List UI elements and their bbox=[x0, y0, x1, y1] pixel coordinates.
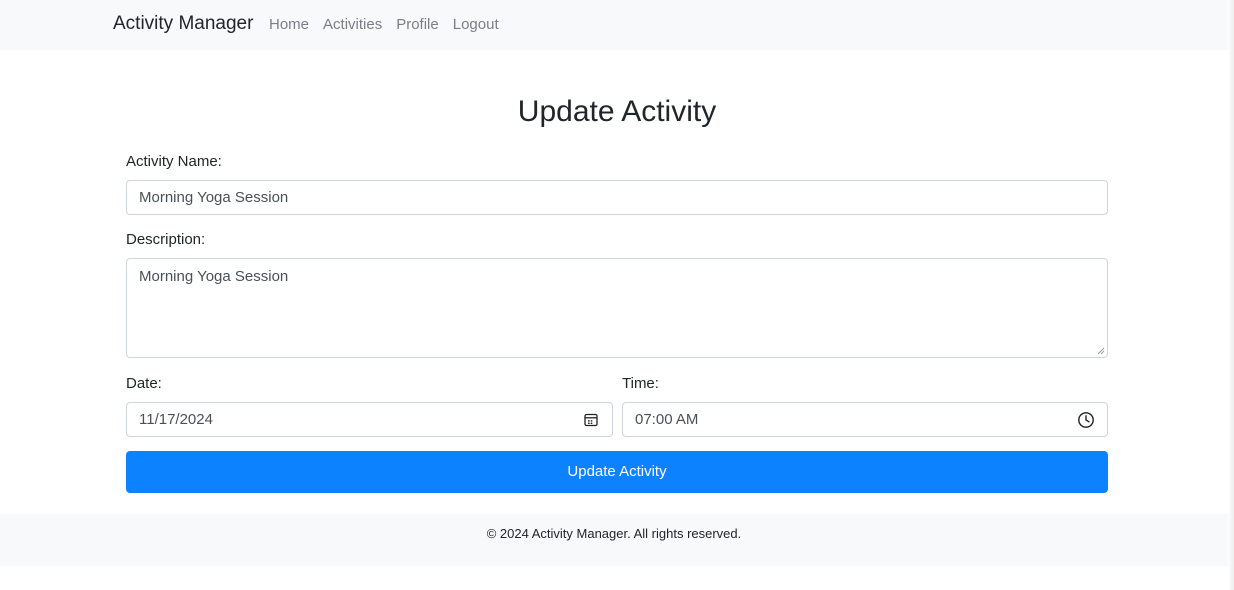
date-value: 11/17/2024 bbox=[139, 411, 213, 428]
page-title: Update Activity bbox=[517, 95, 717, 128]
update-activity-button[interactable]: Update Activity bbox=[126, 451, 1108, 493]
footer: © 2024 Activity Manager. All rights rese… bbox=[0, 514, 1228, 566]
page-scrollbar[interactable] bbox=[1228, 0, 1234, 590]
time-value: 07:00 AM bbox=[635, 411, 699, 428]
brand-link[interactable]: Activity Manager bbox=[113, 13, 253, 35]
footer-copyright: © 2024 Activity Manager. All rights rese… bbox=[486, 526, 742, 541]
top-navbar: Activity Manager Home Activities Profile… bbox=[0, 0, 1228, 50]
clock-icon[interactable] bbox=[1077, 411, 1095, 429]
time-input[interactable]: 07:00 AM bbox=[622, 402, 1108, 437]
nav-links: Home Activities Profile Logout bbox=[269, 16, 513, 33]
calendar-icon[interactable] bbox=[582, 411, 600, 429]
description-label: Description: bbox=[126, 231, 206, 248]
nav-link-profile[interactable]: Profile bbox=[396, 16, 439, 33]
nav-link-logout[interactable]: Logout bbox=[453, 16, 499, 33]
description-textarea[interactable]: Morning Yoga Session bbox=[126, 258, 1108, 358]
activity-name-label: Activity Name: bbox=[126, 153, 222, 170]
nav-link-activities[interactable]: Activities bbox=[323, 16, 382, 33]
time-label: Time: bbox=[622, 375, 659, 392]
activity-name-input[interactable]: Morning Yoga Session bbox=[126, 180, 1108, 215]
date-label: Date: bbox=[126, 375, 162, 392]
nav-link-home[interactable]: Home bbox=[269, 16, 309, 33]
resize-grip-icon[interactable] bbox=[1097, 347, 1105, 355]
date-input[interactable]: 11/17/2024 bbox=[126, 402, 613, 437]
description-value: Morning Yoga Session bbox=[139, 268, 289, 285]
activity-name-value: Morning Yoga Session bbox=[139, 189, 289, 206]
